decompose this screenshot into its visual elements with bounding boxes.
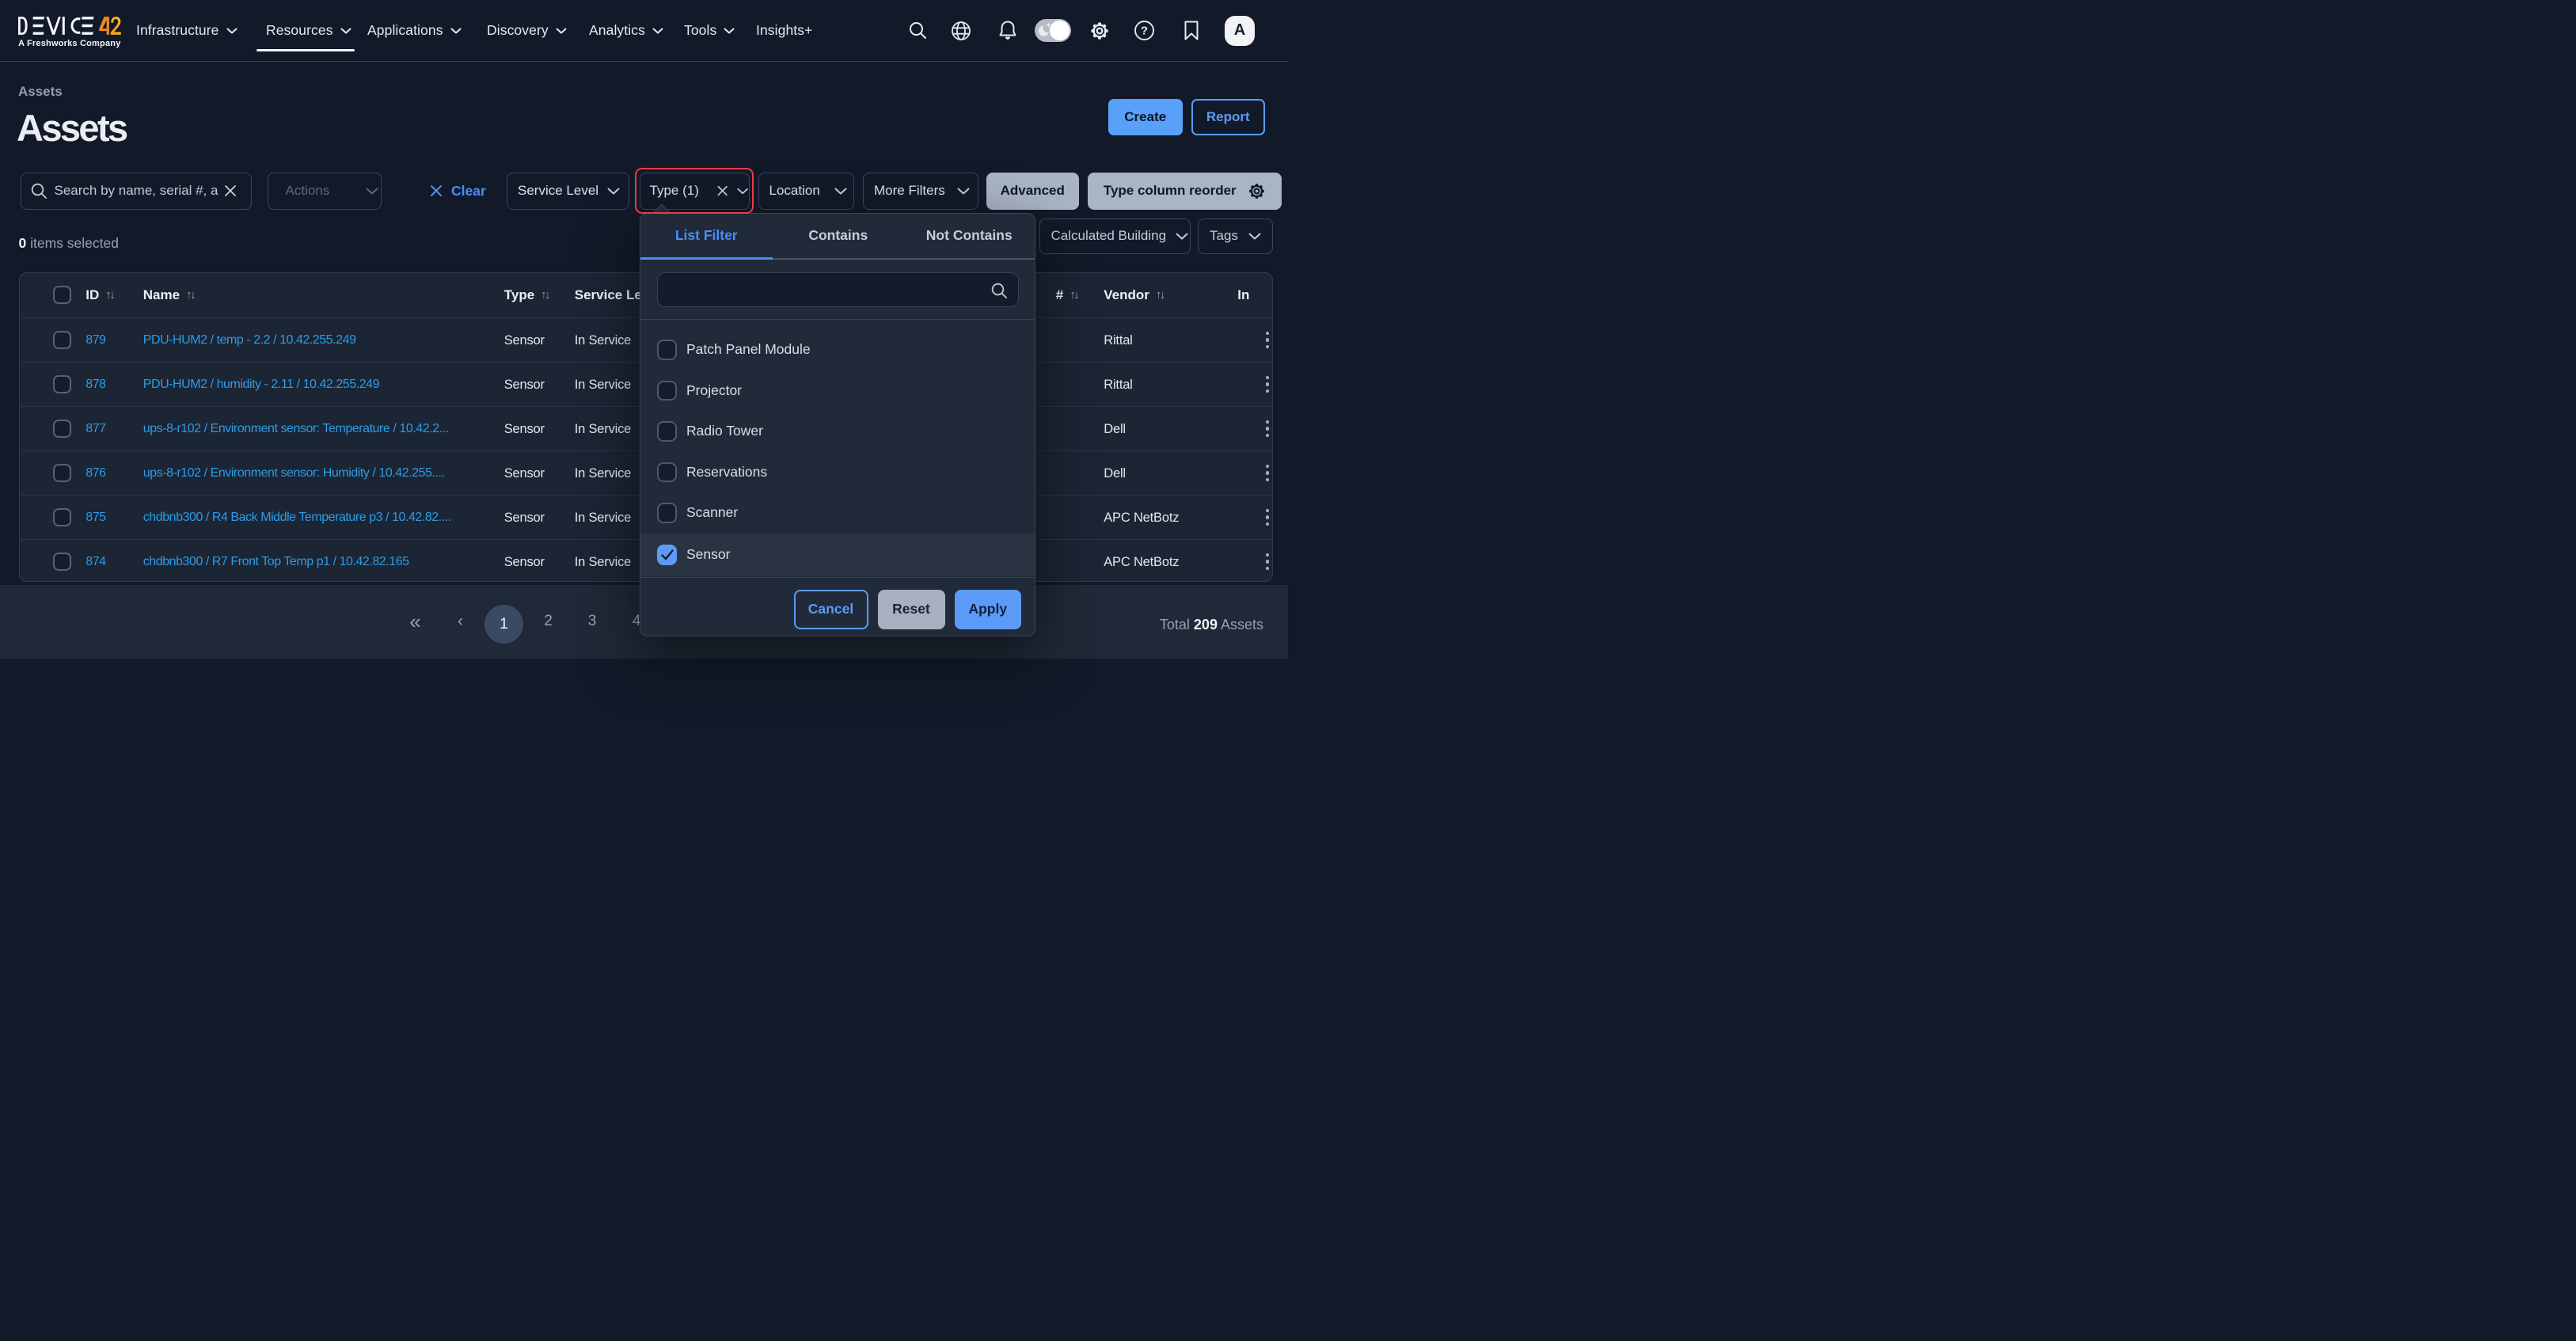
svg-text:?: ? — [1141, 25, 1148, 38]
